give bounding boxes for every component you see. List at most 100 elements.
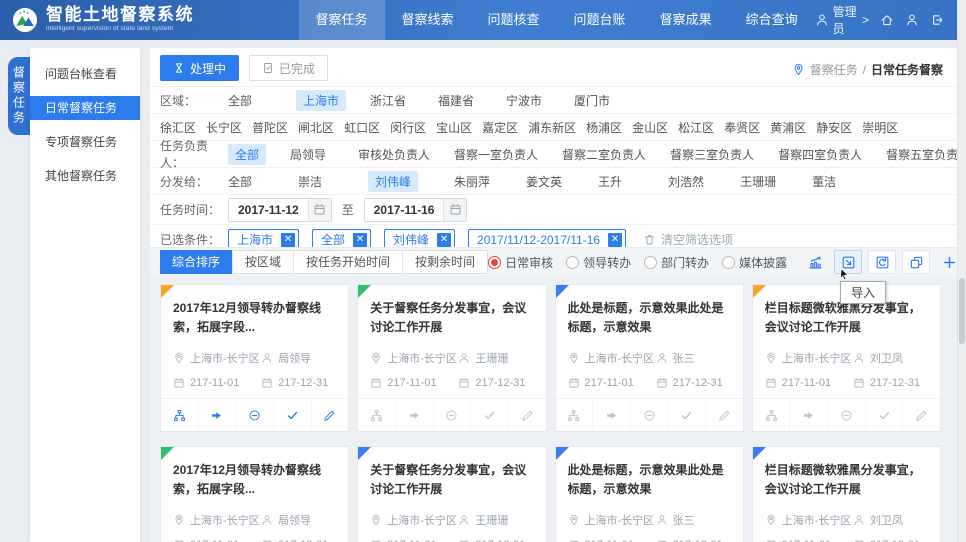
filter-option[interactable]: 闸北区 — [298, 119, 334, 136]
tab-processing[interactable]: 处理中 — [160, 55, 239, 81]
filter-option[interactable]: 全部 — [228, 144, 266, 165]
calendar-icon[interactable] — [308, 199, 331, 221]
nav-item[interactable]: 督察任务 — [299, 0, 385, 40]
nav-item[interactable]: 问题台账 — [557, 0, 643, 40]
suspend-button[interactable] — [433, 399, 471, 431]
sidebar-item[interactable]: 问题台帐查看 — [30, 62, 140, 86]
filter-option[interactable]: 闵行区 — [390, 119, 426, 136]
statistics-button[interactable] — [802, 251, 828, 273]
filter-option[interactable]: 局领导 — [290, 146, 334, 163]
edit-button[interactable] — [902, 399, 940, 431]
import-button[interactable]: 导入 — [834, 250, 862, 274]
forward-button[interactable] — [789, 399, 827, 431]
filter-option[interactable]: 松江区 — [678, 119, 714, 136]
distribute-button[interactable] — [358, 399, 395, 431]
filter-option[interactable]: 王珊珊 — [740, 173, 776, 190]
export-button[interactable] — [868, 250, 896, 274]
home-icon[interactable] — [880, 13, 894, 27]
edit-button[interactable] — [508, 399, 546, 431]
filter-option[interactable]: 督察五室负责人 — [886, 146, 966, 163]
filter-option[interactable]: 奉贤区 — [724, 119, 760, 136]
copy-button[interactable] — [902, 250, 930, 274]
task-card[interactable]: 此处是标题，示意效果此处是标题，示意效果上海市-长宁区张三217-11-0121… — [555, 284, 744, 432]
task-card[interactable]: 2017年12月领导转办督察线索，拓展字段...上海市-长宁区局领导217-11… — [160, 446, 349, 542]
filter-option[interactable]: 浙江省 — [370, 92, 414, 109]
forward-button[interactable] — [395, 399, 433, 431]
filter-option[interactable]: 全部 — [228, 92, 272, 109]
suspend-button[interactable] — [630, 399, 668, 431]
complete-button[interactable] — [865, 399, 903, 431]
filter-option[interactable]: 督察二室负责人 — [562, 146, 646, 163]
filter-option[interactable]: 全部 — [228, 173, 262, 190]
sidebar-item[interactable]: 专项督察任务 — [30, 130, 140, 154]
sort-tab[interactable]: 按任务开始时间 — [293, 251, 402, 273]
sidebar-item[interactable]: 其他督察任务 — [30, 164, 140, 188]
forward-button[interactable] — [592, 399, 630, 431]
filter-option[interactable]: 崇明区 — [862, 119, 898, 136]
filter-option[interactable]: 刘浩然 — [668, 173, 704, 190]
radio-option[interactable]: 媒体披露 — [722, 254, 787, 271]
nav-item[interactable]: 督察线索 — [385, 0, 471, 40]
filter-option[interactable]: 审核处负责人 — [358, 146, 430, 163]
distribute-button[interactable] — [753, 399, 790, 431]
filter-option[interactable]: 宁波市 — [506, 92, 550, 109]
filter-option[interactable]: 刘伟峰 — [368, 171, 418, 192]
complete-button[interactable] — [470, 399, 508, 431]
filter-option[interactable]: 督察四室负责人 — [778, 146, 862, 163]
filter-option[interactable]: 静安区 — [816, 119, 852, 136]
remove-tag-icon[interactable]: ✕ — [608, 233, 622, 247]
task-card[interactable]: 栏目标题微软雅黑分发事宜，会议讨论工作开展上海市-长宁区刘卫凤217-11-01… — [752, 446, 941, 542]
forward-button[interactable] — [198, 399, 236, 431]
filter-option[interactable]: 董洁 — [812, 173, 846, 190]
nav-item[interactable]: 综合查询 — [729, 0, 815, 40]
radio-checked[interactable]: 日常审核 — [488, 254, 553, 271]
nav-item[interactable]: 督察成果 — [643, 0, 729, 40]
filter-option[interactable]: 朱丽萍 — [454, 173, 490, 190]
logout-icon[interactable] — [930, 13, 944, 27]
breadcrumb-parent[interactable]: 督察任务 — [810, 61, 858, 78]
filter-option[interactable]: 督察三室负责人 — [670, 146, 754, 163]
filter-option[interactable]: 黄浦区 — [770, 119, 806, 136]
remove-tag-icon[interactable]: ✕ — [437, 233, 451, 247]
sort-tab[interactable]: 按区域 — [232, 251, 293, 273]
filter-option[interactable]: 福建省 — [438, 92, 482, 109]
sidebar-item[interactable]: 日常督察任务 — [30, 96, 140, 120]
end-date-input[interactable]: 2017-11-16 — [364, 198, 468, 222]
start-date-input[interactable]: 2017-11-12 — [228, 198, 332, 222]
filter-option[interactable]: 宝山区 — [436, 119, 472, 136]
filter-option[interactable]: 长宁区 — [206, 119, 242, 136]
filter-option[interactable]: 上海市 — [296, 90, 346, 111]
filter-option[interactable]: 王升 — [598, 173, 632, 190]
distribute-button[interactable] — [161, 399, 198, 431]
filter-option[interactable]: 崇洁 — [298, 173, 332, 190]
profile-icon[interactable] — [905, 13, 919, 27]
vertical-scrollbar[interactable] — [957, 0, 966, 542]
task-card[interactable]: 栏目标题微软雅黑分发事宜，会议讨论工作开展上海市-长宁区刘卫凤217-11-01… — [752, 284, 941, 432]
sidebar-ribbon-tab[interactable]: 督察任务 — [8, 57, 30, 135]
suspend-button[interactable] — [827, 399, 865, 431]
user-menu[interactable]: 管理员 > — [815, 3, 869, 37]
task-card[interactable]: 关于督察任务分发事宜，会议讨论工作开展上海市-长宁区王珊珊217-11-0121… — [357, 446, 546, 542]
filter-option[interactable]: 督察一室负责人 — [454, 146, 538, 163]
filter-option[interactable]: 厦门市 — [574, 92, 618, 109]
filter-option[interactable]: 徐汇区 — [160, 119, 196, 136]
distribute-button[interactable] — [556, 399, 593, 431]
filter-option[interactable]: 金山区 — [632, 119, 668, 136]
filter-option[interactable]: 姜文英 — [526, 173, 562, 190]
filter-option[interactable]: 普陀区 — [252, 119, 288, 136]
tab-completed[interactable]: 已完成 — [249, 55, 328, 81]
task-card[interactable]: 关于督察任务分发事宜，会议讨论工作开展上海市-长宁区王珊珊217-11-0121… — [357, 284, 546, 432]
remove-tag-icon[interactable]: ✕ — [353, 233, 367, 247]
radio-option[interactable]: 领导转办 — [566, 254, 631, 271]
task-card[interactable]: 2017年12月领导转办督察线索，拓展字段...上海市-长宁区局领导217-11… — [160, 284, 349, 432]
filter-option[interactable]: 嘉定区 — [482, 119, 518, 136]
edit-button[interactable] — [311, 399, 349, 431]
sort-tab[interactable]: 按剩余时间 — [402, 251, 487, 273]
suspend-button[interactable] — [235, 399, 273, 431]
filter-option[interactable]: 浦东新区 — [528, 119, 576, 136]
clear-filters-button[interactable]: 清空筛选选项 — [643, 231, 733, 248]
filter-option[interactable]: 虹口区 — [344, 119, 380, 136]
task-card[interactable]: 此处是标题，示意效果此处是标题，示意效果上海市-长宁区张三217-11-0121… — [555, 446, 744, 542]
sort-tab[interactable]: 综合排序 — [160, 250, 232, 274]
scrollbar-thumb[interactable] — [959, 278, 965, 344]
